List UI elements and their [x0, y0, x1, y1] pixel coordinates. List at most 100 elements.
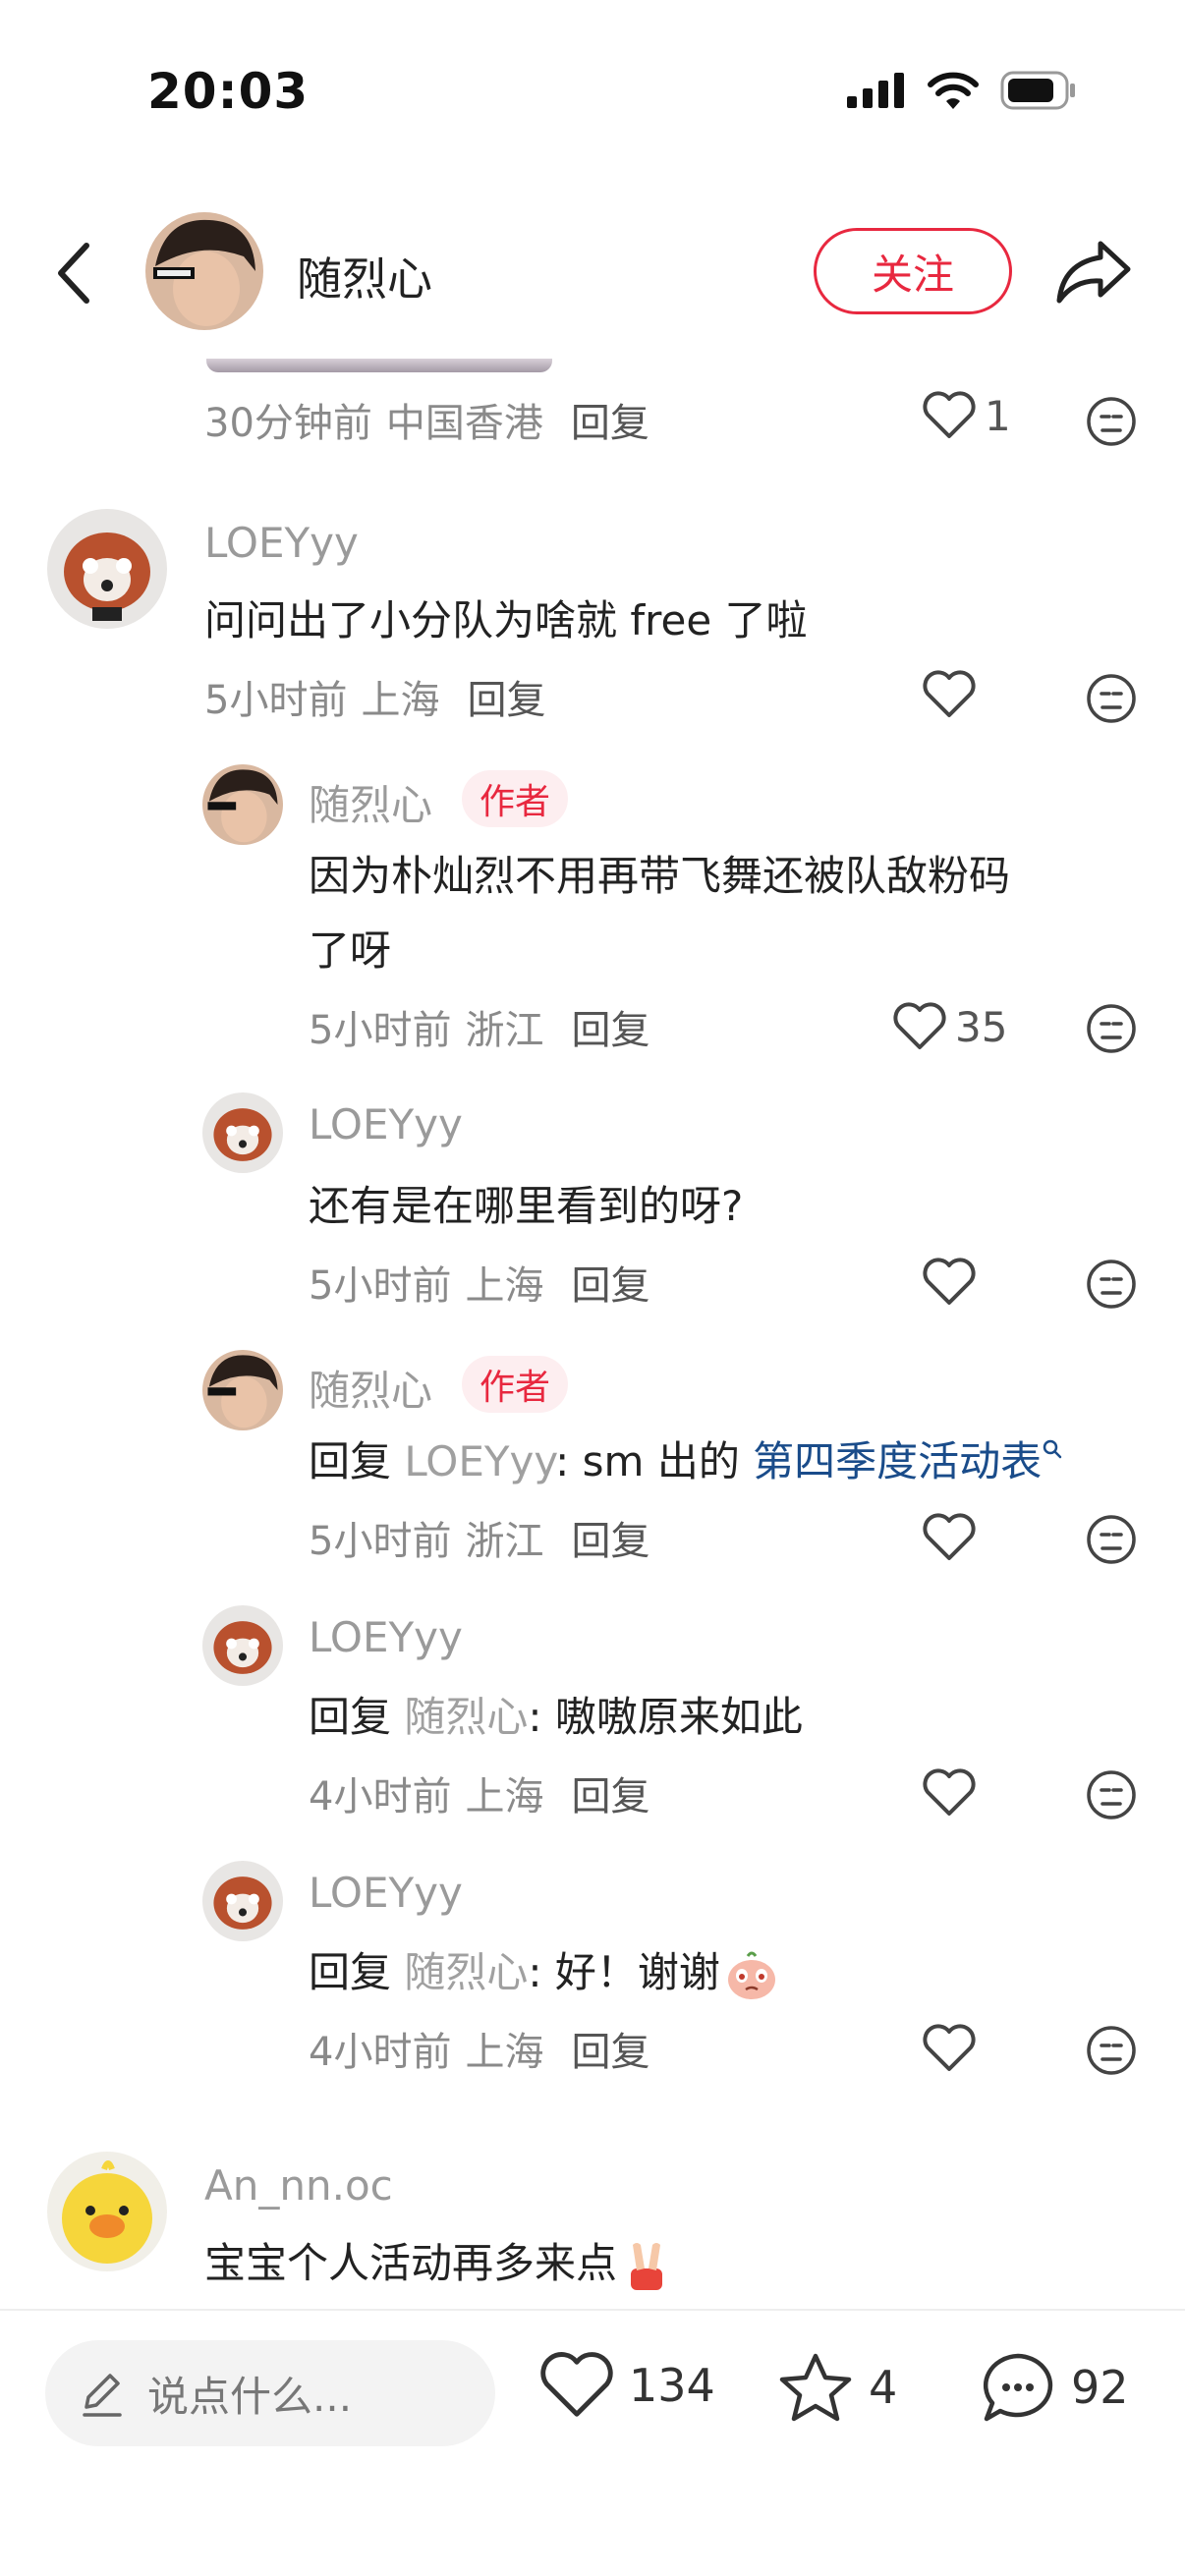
mention-link[interactable]: 随烈心	[404, 1693, 528, 1741]
reply-meta: 5小时前 浙江 回复	[309, 998, 649, 1055]
user-avatar[interactable]	[47, 2152, 167, 2271]
battery-icon	[1000, 71, 1075, 110]
post-like-count: 134	[629, 2359, 715, 2412]
emoji-reaction-icon[interactable]	[1085, 1768, 1138, 1821]
reply-body: : sm 出的	[555, 1437, 754, 1485]
reply-button[interactable]: 回复	[571, 1008, 649, 1053]
search-topic-link[interactable]: 第四季度活动表	[753, 1437, 1042, 1485]
comment-username[interactable]: An_nn.oc	[204, 2161, 393, 2210]
comment-location: 浙江	[465, 1008, 544, 1053]
like-button[interactable]	[922, 1258, 977, 1307]
emoji-reaction-icon[interactable]	[1085, 395, 1138, 448]
reply-button[interactable]: 回复	[571, 1519, 649, 1564]
mention-link[interactable]: LOEYyy	[404, 1437, 555, 1485]
user-avatar[interactable]	[47, 509, 167, 629]
like-button[interactable]	[922, 1513, 977, 1562]
author-name[interactable]: 随烈心	[297, 244, 432, 308]
comment-bubble-icon	[983, 2353, 1053, 2422]
star-icon	[779, 2353, 852, 2422]
reply-prefix: 回复	[309, 1693, 405, 1741]
emoji-reaction-icon[interactable]	[1085, 2024, 1138, 2077]
like-count: 35	[955, 1002, 1008, 1051]
status-icons	[847, 71, 1077, 110]
reply-button[interactable]: 回复	[571, 1263, 649, 1309]
reply-button[interactable]: 回复	[467, 678, 545, 723]
comment-time: 5小时前	[309, 1008, 452, 1053]
post-comment-count: 92	[1071, 2361, 1129, 2414]
heart-icon	[923, 2024, 976, 2071]
status-time: 20:03	[147, 63, 310, 120]
reply-text: 还有是在哪里看到的呀?	[309, 1182, 744, 1230]
comment-location: 上海	[465, 1263, 544, 1309]
emoji-reaction-icon[interactable]	[1085, 672, 1138, 725]
search-icon	[1043, 1439, 1062, 1459]
like-post-button[interactable]: 134	[538, 2350, 715, 2421]
mention-link[interactable]: 随烈心	[404, 1948, 528, 1996]
like-button[interactable]	[922, 1768, 977, 1818]
follow-button[interactable]: 关注	[814, 228, 1012, 314]
heart-icon	[923, 1768, 976, 1816]
reply-username[interactable]: LOEYyy	[309, 1100, 463, 1148]
heart-icon	[923, 670, 976, 717]
comment-time: 5小时前	[204, 678, 348, 723]
comments-button[interactable]: 92	[979, 2350, 1129, 2425]
author-tag: 作者	[462, 770, 569, 827]
reply-username[interactable]: 随烈心	[309, 772, 432, 832]
reply-meta: 4小时前 上海 回复	[309, 1764, 649, 1821]
like-button[interactable]: 35	[892, 1002, 1007, 1051]
reply-meta: 5小时前 上海 回复	[309, 1254, 649, 1311]
back-icon[interactable]	[47, 234, 106, 312]
reply-body: : 好！谢谢	[528, 1948, 720, 1996]
wifi-icon	[928, 72, 979, 109]
emoji-reaction-icon[interactable]	[1085, 1002, 1138, 1055]
crying-emoji-sticker	[727, 1951, 775, 1999]
signal-icon	[847, 73, 904, 108]
comment-body: 宝宝个人活动再多来点	[204, 2239, 618, 2287]
comment-location: 浙江	[465, 1519, 544, 1564]
comment-username[interactable]: LOEYyy	[204, 519, 359, 567]
author-avatar-small[interactable]	[202, 1350, 283, 1430]
reply-text: 回复 随烈心: 嗷嗷原来如此	[309, 1680, 803, 1755]
heart-icon	[923, 391, 976, 438]
reply-meta: 4小时前 上海 回复	[309, 2020, 649, 2077]
reply-text: 因为朴灿烈不用再带飞舞还被队敌粉码 了呀	[309, 839, 1010, 988]
like-button[interactable]	[922, 2024, 977, 2073]
reply-meta: 5小时前 浙江 回复	[309, 1509, 649, 1566]
heart-icon	[893, 1002, 946, 1049]
reply-text: 回复 随烈心: 好！谢谢	[309, 1935, 779, 2010]
comment-location: 中国香港	[385, 401, 543, 446]
comment-input[interactable]: 说点什么...	[45, 2340, 495, 2446]
reply-username[interactable]: LOEYyy	[309, 1869, 463, 1917]
user-avatar-small[interactable]	[202, 1092, 283, 1173]
emoji-reaction-icon[interactable]	[1085, 1258, 1138, 1311]
heart-icon	[923, 1513, 976, 1560]
reply-username[interactable]: 随烈心	[309, 1358, 432, 1418]
emoji-reaction-icon[interactable]	[1085, 1513, 1138, 1566]
heart-icon	[923, 1258, 976, 1305]
author-avatar-small[interactable]	[202, 764, 283, 845]
reply-button[interactable]: 回复	[571, 2030, 649, 2075]
comment-location: 上海	[465, 2030, 544, 2075]
author-tag: 作者	[462, 1356, 569, 1413]
author-avatar[interactable]	[145, 212, 263, 330]
header: 随烈心 关注	[0, 206, 1185, 334]
comment-time: 5小时前	[309, 1519, 452, 1564]
user-avatar-small[interactable]	[202, 1861, 283, 1941]
comment-meta: 5小时前 上海 回复	[204, 668, 545, 725]
user-avatar-small[interactable]	[202, 1605, 283, 1686]
like-count: 1	[985, 391, 1011, 440]
comment-input-placeholder: 说点什么...	[147, 2372, 353, 2421]
favorite-button[interactable]: 4	[776, 2350, 897, 2425]
reply-text-line: 因为朴灿烈不用再带飞舞还被队敌粉码	[309, 852, 1011, 900]
reply-prefix: 回复	[309, 1948, 405, 1996]
reply-button[interactable]: 回复	[571, 401, 649, 446]
reply-button[interactable]: 回复	[571, 1774, 649, 1820]
like-button[interactable]: 1	[922, 391, 1011, 440]
like-button[interactable]	[922, 670, 977, 719]
reply-text-line: 了呀	[309, 926, 392, 975]
reply-username[interactable]: LOEYyy	[309, 1613, 463, 1661]
comment-text: 问问出了小分队为啥就 free 了啦	[204, 596, 808, 644]
reply-body: : 嗷嗷原来如此	[528, 1693, 803, 1741]
comment-time: 30分钟前	[204, 401, 372, 446]
share-icon[interactable]	[1053, 236, 1134, 307]
